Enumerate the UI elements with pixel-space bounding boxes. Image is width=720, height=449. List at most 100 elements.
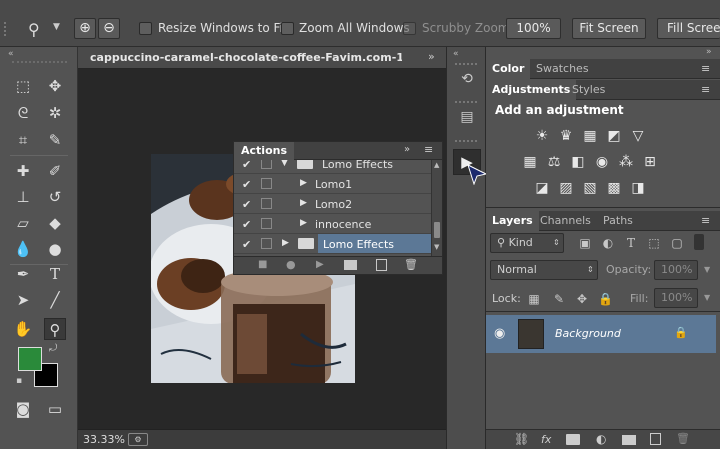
zoom-out-button[interactable]: ⊖ — [98, 18, 120, 39]
zoom-100-button[interactable]: 100% — [506, 18, 561, 39]
expand-triangle-icon[interactable]: ▶ — [300, 198, 307, 208]
color-lookup-icon[interactable]: ⊞ — [642, 154, 658, 170]
scroll-down-icon[interactable]: ▼ — [434, 243, 439, 251]
layer-filter-select[interactable]: ⚲ Kind ⇕ — [490, 233, 564, 253]
black-white-icon[interactable]: ◧ — [570, 154, 586, 170]
vibrance-icon[interactable]: ▦ — [522, 154, 538, 170]
new-layer-icon[interactable] — [650, 433, 661, 445]
foreground-color-swatch[interactable] — [18, 347, 42, 371]
chevron-down-icon[interactable]: ▼ — [704, 293, 710, 302]
opacity-field[interactable]: 100% — [654, 260, 698, 280]
expand-triangle-icon[interactable]: ▶ — [300, 218, 307, 228]
chevron-down-icon[interactable]: ▼ — [53, 22, 60, 32]
curves-icon[interactable]: ▦ — [582, 128, 598, 144]
status-info-icon[interactable]: ⚙ — [128, 433, 148, 446]
default-colors-icon[interactable]: ▪ — [16, 376, 22, 386]
expand-dock-icon[interactable]: « — [453, 49, 459, 59]
panel-expand-icon[interactable]: » — [404, 144, 410, 155]
line-tool-icon[interactable]: ╱ — [44, 289, 66, 311]
smart-object-filter-icon[interactable]: ▢ — [670, 236, 684, 250]
trash-icon[interactable]: 🗑 — [676, 432, 690, 445]
exposure-icon[interactable]: ◩ — [606, 128, 622, 144]
expand-triangle-icon[interactable]: ▶ — [300, 178, 307, 188]
path-selection-tool-icon[interactable]: ➤ — [12, 289, 34, 311]
checkmark-icon[interactable]: ✔ — [242, 238, 251, 251]
checkmark-icon[interactable]: ✔ — [242, 160, 251, 171]
action-row[interactable]: ✔ ▼ Lomo Effects — [234, 160, 431, 174]
crop-tool-icon[interactable]: ⌗ — [12, 129, 34, 151]
tab-overflow-icon[interactable]: » — [428, 50, 435, 63]
lasso-tool-icon[interactable]: ᘓ — [12, 102, 34, 124]
history-brush-tool-icon[interactable]: ↺ — [44, 186, 66, 208]
marquee-tool-icon[interactable]: ⬚ — [12, 75, 34, 97]
posterize-icon[interactable]: ▨ — [558, 180, 574, 196]
action-row[interactable]: ✔ ▶ innocence — [234, 214, 431, 234]
dialog-toggle-box[interactable] — [261, 178, 272, 189]
tab-color[interactable]: Color — [486, 59, 531, 79]
magic-wand-tool-icon[interactable]: ✲ — [44, 102, 66, 124]
threshold-icon[interactable]: ▧ — [582, 180, 598, 196]
actions-scrollbar[interactable]: ▲ ▼ — [431, 160, 442, 256]
eraser-tool-icon[interactable]: ▱ — [12, 212, 34, 234]
screen-mode-icon[interactable]: ▭ — [44, 398, 66, 420]
action-row[interactable]: ✔ ▶ Lomo Effects — [234, 234, 431, 254]
adjustment-filter-icon[interactable]: ◐ — [601, 236, 615, 250]
paint-bucket-tool-icon[interactable]: ◆ — [44, 212, 66, 234]
dialog-toggle-box[interactable] — [261, 218, 272, 229]
invert-icon[interactable]: ◪ — [534, 180, 550, 196]
layer-thumbnail[interactable] — [518, 319, 544, 349]
trash-icon[interactable]: 🗑 — [404, 258, 418, 271]
dialog-toggle-box[interactable] — [261, 238, 272, 249]
zoom-tool-icon[interactable]: ⚲ — [28, 20, 40, 39]
layer-row[interactable]: ◉ Background 🔒 — [486, 315, 716, 353]
dialog-toggle-box[interactable] — [261, 160, 272, 169]
color-balance-icon[interactable]: ⚖ — [546, 154, 562, 170]
channel-mixer-icon[interactable]: ⁂ — [618, 154, 634, 170]
action-row[interactable]: ✔ ▶ Lomo2 — [234, 194, 431, 214]
actions-tab[interactable]: Actions — [234, 142, 294, 160]
fill-field[interactable]: 100% — [654, 288, 698, 308]
new-group-icon[interactable] — [622, 435, 636, 445]
panel-menu-icon[interactable]: ≡ — [424, 143, 433, 156]
lock-all-icon[interactable]: 🔒 — [598, 292, 613, 306]
dock-grip[interactable] — [455, 63, 477, 65]
checkmark-icon[interactable]: ✔ — [242, 178, 251, 191]
history-panel-icon[interactable]: ⟲ — [457, 71, 477, 91]
dodge-tool-icon[interactable]: ● — [44, 238, 66, 260]
expand-triangle-icon[interactable]: ▶ — [282, 238, 289, 248]
fill-screen-button[interactable]: Fill Screen — [657, 18, 720, 39]
zoom-all-checkbox[interactable] — [281, 22, 294, 35]
pen-tool-icon[interactable]: ✒ — [12, 263, 34, 285]
panel-menu-icon[interactable]: ≡ — [701, 62, 710, 75]
gradient-map-icon[interactable]: ▩ — [606, 180, 622, 196]
add-mask-icon[interactable] — [566, 434, 580, 445]
swap-colors-icon[interactable]: ⤾ — [49, 343, 57, 354]
scroll-up-icon[interactable]: ▲ — [434, 161, 439, 169]
layer-name[interactable]: Background — [555, 327, 621, 340]
dialog-toggle-box[interactable] — [261, 198, 272, 209]
dock-grip[interactable] — [455, 140, 477, 142]
play-icon[interactable]: ▶ — [316, 259, 324, 270]
resize-windows-checkbox[interactable] — [139, 22, 152, 35]
brush-tool-icon[interactable]: ✐ — [44, 160, 66, 182]
selective-color-icon[interactable]: ◨ — [630, 180, 646, 196]
quick-mask-icon[interactable]: ◙ — [12, 398, 34, 420]
stop-icon[interactable]: ■ — [258, 259, 267, 270]
new-action-icon[interactable] — [376, 259, 387, 271]
tab-channels[interactable]: Channels — [534, 211, 597, 231]
tab-paths[interactable]: Paths — [597, 211, 639, 231]
eyedropper-tool-icon[interactable]: ✎ — [44, 129, 66, 151]
collapse-right-icon[interactable]: » — [706, 47, 712, 57]
tab-layers[interactable]: Layers — [486, 211, 539, 231]
filter-toggle-icon[interactable] — [694, 234, 704, 250]
record-icon[interactable]: ● — [286, 258, 296, 271]
zoom-tool-active-icon[interactable]: ⚲ — [44, 318, 66, 340]
actions-header[interactable]: Actions » ≡ — [234, 142, 442, 160]
expand-triangle-icon[interactable]: ▼ — [281, 160, 288, 168]
photo-filter-icon[interactable]: ◉ — [594, 154, 610, 170]
hand-tool-icon[interactable]: ✋ — [12, 318, 34, 340]
type-tool-icon[interactable]: T — [44, 263, 66, 285]
lock-position-icon[interactable]: ✥ — [575, 292, 589, 306]
new-adjustment-icon[interactable]: ◐ — [596, 432, 606, 446]
blend-mode-select[interactable]: Normal ⇕ — [490, 260, 598, 280]
